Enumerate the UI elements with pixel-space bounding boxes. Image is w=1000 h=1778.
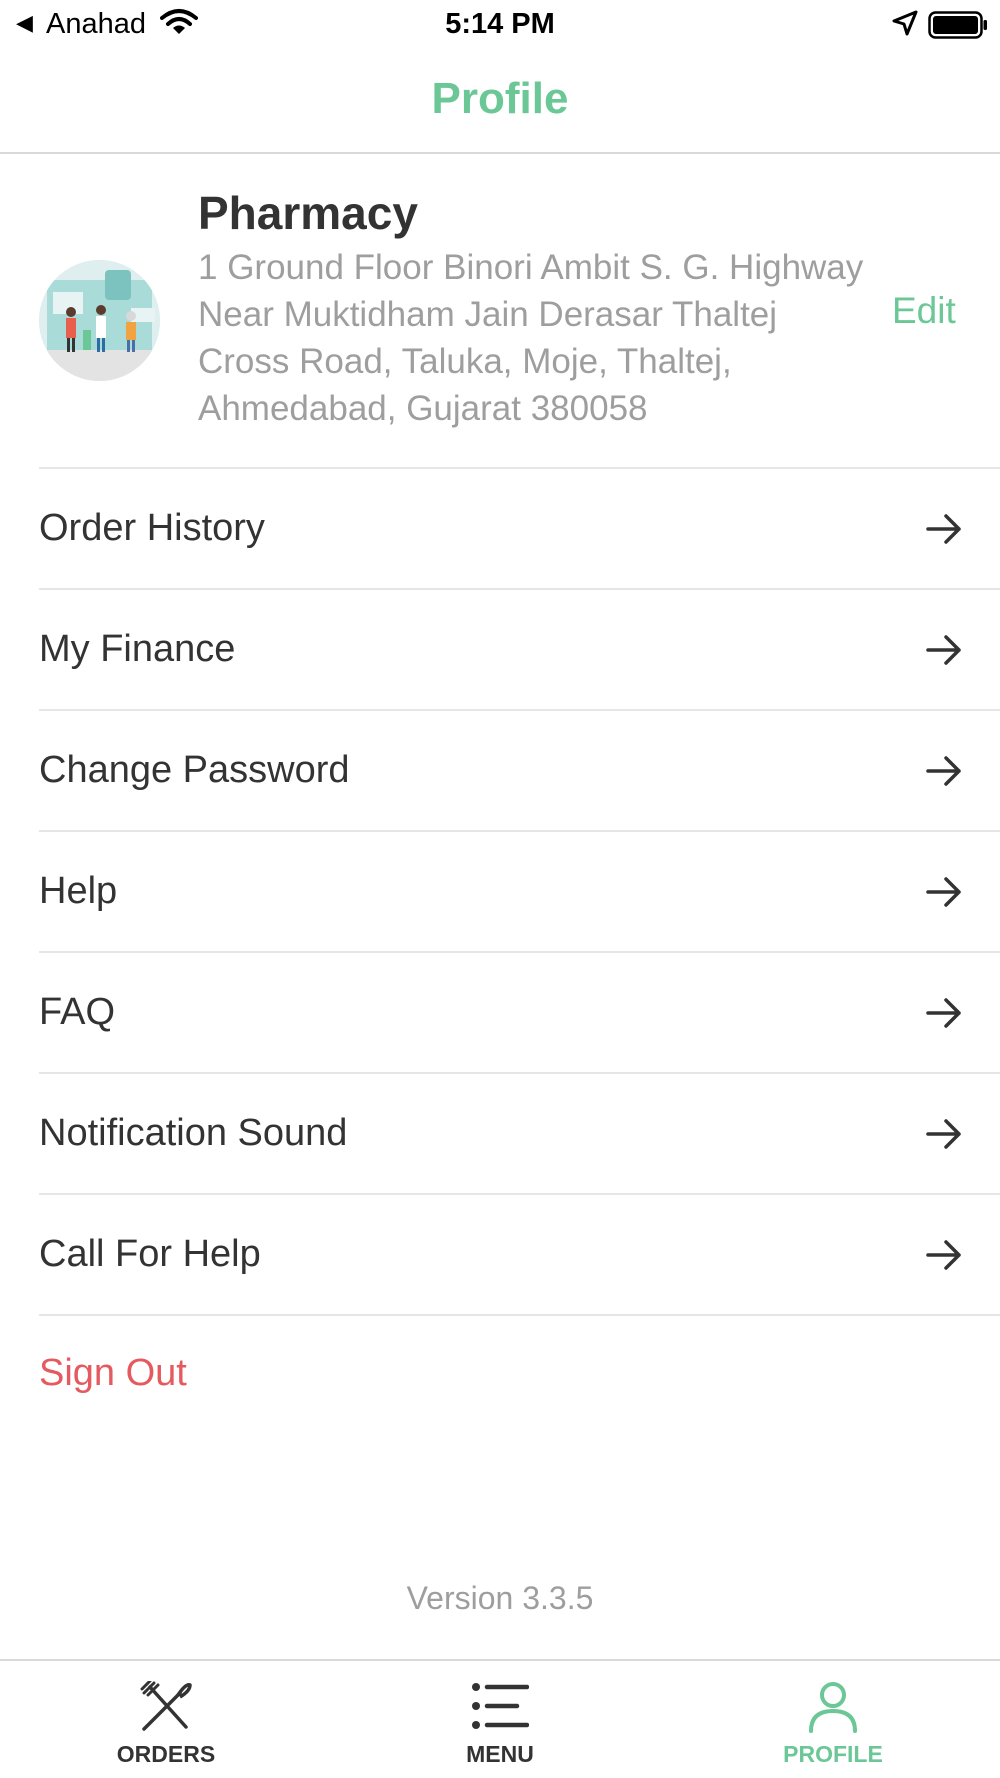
battery-icon xyxy=(928,11,988,46)
person-icon xyxy=(733,1681,933,1738)
menu-item-change-password[interactable]: Change Password xyxy=(39,711,1000,832)
status-bar: ◀ Anahad 5:14 PM xyxy=(0,0,1000,50)
status-time: 5:14 PM xyxy=(445,8,555,40)
app-version: Version 3.3.5 xyxy=(406,1580,594,1616)
tab-bar: ORDERS MENU PROFILE xyxy=(0,1659,1000,1778)
arrow-right-icon xyxy=(926,634,962,671)
arrow-right-icon xyxy=(926,1118,962,1155)
store-avatar xyxy=(39,260,160,381)
menu-item-label: Order History xyxy=(39,507,265,549)
menu-item-label: Change Password xyxy=(39,749,350,791)
edit-profile-button[interactable]: Edit xyxy=(892,290,956,332)
menu-item-help[interactable]: Help xyxy=(39,832,1000,953)
menu-item-call-for-help[interactable]: Call For Help xyxy=(39,1195,1000,1316)
store-address: 1 Ground Floor Binori Ambit S. G. Highwa… xyxy=(198,248,864,428)
tab-label: PROFILE xyxy=(783,1741,883,1767)
arrow-right-icon xyxy=(926,513,962,550)
tab-orders[interactable]: ORDERS xyxy=(66,1661,266,1778)
menu-item-label: Call For Help xyxy=(39,1233,261,1275)
menu-item-label: FAQ xyxy=(39,991,116,1033)
menu-item-my-finance[interactable]: My Finance xyxy=(39,590,1000,711)
tab-label: ORDERS xyxy=(116,1741,216,1767)
menu-item-label: Notification Sound xyxy=(39,1112,348,1154)
menu-item-faq[interactable]: FAQ xyxy=(39,953,1000,1074)
page-title: Profile xyxy=(431,74,569,123)
arrow-right-icon xyxy=(926,755,962,792)
tab-menu[interactable]: MENU xyxy=(400,1661,600,1778)
profile-screen: ◀ Anahad 5:14 PM Profile Pharmacy 1 Grou… xyxy=(0,0,1000,1778)
list-icon xyxy=(400,1681,600,1736)
arrow-right-icon xyxy=(926,997,962,1034)
store-name: Pharmacy xyxy=(198,187,418,239)
profile-header: Pharmacy 1 Ground Floor Binori Ambit S. … xyxy=(0,156,1000,469)
fork-knife-icon xyxy=(66,1679,266,1736)
arrow-right-icon xyxy=(926,876,962,913)
arrow-right-icon xyxy=(926,1239,962,1276)
tab-profile[interactable]: PROFILE xyxy=(733,1661,933,1778)
sign-out-button[interactable]: Sign Out xyxy=(39,1352,187,1395)
nav-bar: Profile xyxy=(0,50,1000,154)
menu-item-label: Help xyxy=(39,870,118,912)
tab-label: MENU xyxy=(466,1741,534,1767)
profile-menu-list: Order History My Finance Change Password… xyxy=(0,469,1000,1316)
menu-item-notification-sound[interactable]: Notification Sound xyxy=(39,1074,1000,1195)
location-arrow-icon xyxy=(892,10,918,43)
menu-item-order-history[interactable]: Order History xyxy=(39,469,1000,590)
menu-item-label: My Finance xyxy=(39,628,236,670)
